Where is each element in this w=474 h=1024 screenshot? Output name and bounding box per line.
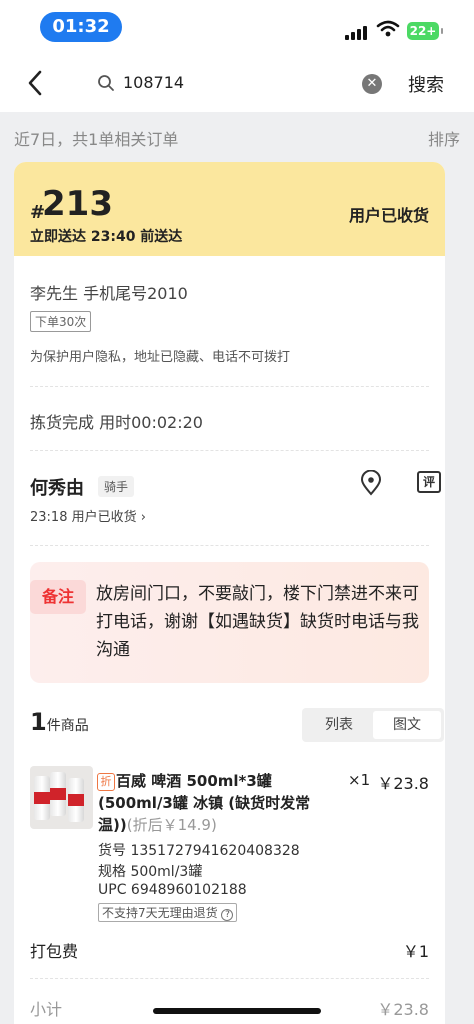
order-number: 213 (42, 184, 113, 224)
privacy-note: 为保护用户隐私，地址已隐藏、电话不可拨打 (30, 350, 291, 365)
product-spec: 规格 500ml/3罐 (98, 864, 203, 880)
search-input[interactable]: 108714 (123, 73, 184, 92)
location-icon[interactable] (359, 470, 383, 496)
note-text: 放房间门口，不要敲门，楼下门禁进不来可打电话，谢谢【如遇缺货】缺货时电话与我沟通 (96, 584, 419, 660)
product-sku: 货号 1351727941620408328 (98, 843, 300, 859)
subtotal-value: ￥23.8 (377, 1000, 429, 1019)
sort-button[interactable]: 排序 (428, 126, 460, 150)
return-policy-text: 不支持7天无理由退货 (102, 906, 218, 920)
wifi-icon (376, 20, 400, 37)
product-upc: UPC 6948960102188 (98, 882, 247, 898)
nav-bar: 108714 ✕ 搜索 (0, 56, 474, 112)
packing-fee-label: 打包费 (30, 942, 79, 961)
battery-icon: 22+ (407, 22, 443, 40)
divider (30, 386, 429, 387)
subtotal-label: 小计 (30, 1000, 63, 1019)
delivery-time: 立即送达 23:40 前送达 (30, 229, 183, 245)
return-policy-badge[interactable]: 不支持7天无理由退货 ? (98, 903, 238, 922)
clear-icon[interactable]: ✕ (362, 74, 382, 94)
search-button[interactable]: 搜索 (408, 71, 444, 97)
help-icon[interactable]: ? (221, 909, 234, 921)
search-icon (98, 75, 114, 91)
rider-tag: 骑手 (98, 476, 135, 497)
home-indicator (153, 1008, 321, 1014)
order-summary: 近7日，共1单相关订单 (14, 130, 179, 149)
filter-bar: 近7日，共1单相关订单 排序 (0, 112, 474, 160)
view-toggle: 列表 图文 (302, 708, 444, 742)
tab-image-text[interactable]: 图文 (373, 711, 441, 739)
note-label: 备注 (30, 580, 86, 614)
order-status: 用户已收货 (348, 206, 429, 225)
tab-list[interactable]: 列表 (305, 711, 373, 739)
goods-count-unit: 件商品 (46, 718, 89, 734)
back-arrow-icon[interactable] (22, 68, 52, 98)
customer-info: 李先生 手机尾号2010 (30, 284, 188, 303)
status-bar: 01:32 22+ (0, 0, 474, 56)
order-card-header: # 213 立即送达 23:40 前送达 用户已收货 (14, 162, 445, 256)
divider (30, 978, 429, 979)
picking-status: 拣货完成 用时00:02:20 (30, 413, 203, 432)
goods-count-number: 1 (30, 708, 47, 736)
product-price: ￥23.8 (377, 774, 429, 793)
order-count-badge: 下单30次 (30, 311, 92, 332)
divider (30, 545, 429, 546)
rider-name: 何秀由 (30, 478, 84, 499)
signal-icon (345, 24, 371, 40)
status-time: 01:32 (40, 12, 122, 42)
goods-count: 1件商品 (30, 708, 89, 736)
discount-tag: 折 (97, 773, 115, 791)
rate-icon[interactable]: 评 (417, 471, 441, 493)
divider (30, 450, 429, 451)
product-quantity: ×1 (348, 771, 371, 789)
rider-status-link[interactable]: 23:18 用户已收货 › (30, 506, 146, 525)
packing-fee-value: ￥1 (402, 942, 429, 961)
order-card[interactable]: # 213 立即送达 23:40 前送达 用户已收货 李先生 手机尾号2010 … (14, 162, 445, 1024)
product-image[interactable] (30, 766, 93, 829)
after-discount-price: (折后￥14.9) (126, 816, 217, 834)
product-name: 百威 啤酒 500ml*3罐(500ml/3罐 冰镇 (缺货时发常温))(折后￥… (98, 770, 318, 836)
